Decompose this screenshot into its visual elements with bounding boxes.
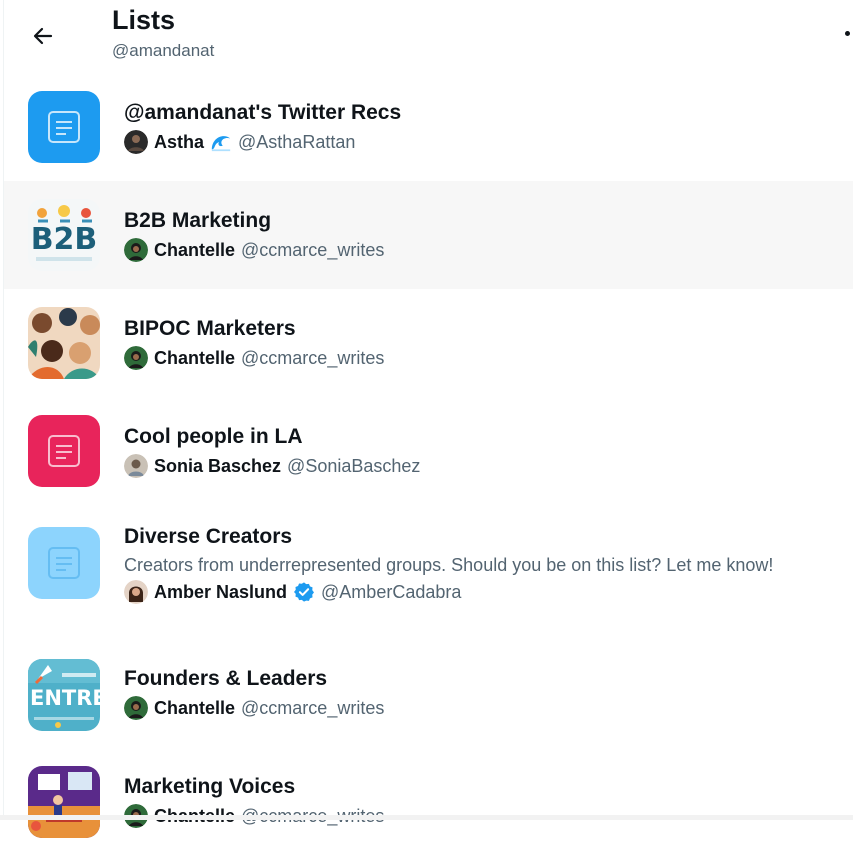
list-thumbnail: ENTRE <box>28 659 100 731</box>
avatar[interactable] <box>124 346 148 370</box>
list-icon <box>48 435 80 467</box>
list-thumbnail <box>28 91 100 163</box>
entrepreneur-image: ENTRE <box>28 659 100 731</box>
list-name: Marketing Voices <box>124 775 296 798</box>
owner-name[interactable]: Astha <box>154 132 204 153</box>
avatar[interactable] <box>124 580 148 604</box>
list-name: Founders & Leaders <box>124 667 328 690</box>
wave-icon <box>211 136 231 152</box>
list-name: Diverse Creators <box>124 525 293 548</box>
presentation-illustration-image <box>28 766 100 838</box>
owner-handle[interactable]: @ccmarce_writes <box>241 698 384 719</box>
owner-name[interactable]: Chantelle <box>154 348 235 369</box>
owner-handle[interactable]: @ccmarce_writes <box>241 240 384 261</box>
list-item[interactable]: BIPOC Marketers Chantelle @ccmarce_write… <box>4 289 853 397</box>
owner-name[interactable]: Sonia Baschez <box>154 456 281 477</box>
list-owner: Chantelle @ccmarce_writes <box>124 238 843 262</box>
b2b-image: B2B <box>28 199 100 271</box>
list-info: Founders & Leaders Chantelle @ccmarce_wr… <box>124 666 843 720</box>
list-icon <box>48 547 80 579</box>
list-name: @amandanat's Twitter Recs <box>124 101 402 124</box>
list-name: BIPOC Marketers <box>124 317 296 340</box>
list-item[interactable]: Marketing Voices Chantelle @ccmarce_writ… <box>4 748 853 856</box>
list-owner: Astha @AsthaRattan <box>124 130 843 154</box>
avatar[interactable] <box>124 454 148 478</box>
list-owner: Chantelle @ccmarce_writes <box>124 346 843 370</box>
list-info: @amandanat's Twitter Recs Astha @AsthaRa… <box>124 100 843 154</box>
page-header: Lists @amandanat <box>0 0 853 80</box>
owner-name[interactable]: Chantelle <box>154 240 235 261</box>
list-info: Diverse Creators Creators from underrepr… <box>124 524 843 604</box>
avatar[interactable] <box>124 238 148 262</box>
list-thumbnail: B2B <box>28 199 100 271</box>
avatar[interactable] <box>124 696 148 720</box>
list-owner: Amber Naslund @AmberCadabra <box>124 580 843 604</box>
banner-text: ENTRE <box>30 686 100 710</box>
list-info: Cool people in LA Sonia Baschez @SoniaBa… <box>124 424 843 478</box>
list-name: B2B Marketing <box>124 209 272 232</box>
list-item[interactable]: ENTRE Founders & Leaders Chantelle @ccma… <box>4 640 853 748</box>
list-icon <box>48 111 80 143</box>
list-item[interactable]: Diverse Creators Creators from underrepr… <box>4 503 853 640</box>
list-owner: Chantelle @ccmarce_writes <box>124 696 843 720</box>
owner-name[interactable]: Chantelle <box>154 698 235 719</box>
owner-handle[interactable]: @ccmarce_writes <box>241 348 384 369</box>
owner-handle[interactable]: @AsthaRattan <box>238 132 355 153</box>
owner-name[interactable]: Amber Naslund <box>154 582 287 603</box>
list-owner: Sonia Baschez @SoniaBaschez <box>124 454 843 478</box>
list-thumbnail <box>28 415 100 487</box>
list-info: B2B Marketing Chantelle @ccmarce_writes <box>124 208 843 262</box>
owner-handle[interactable]: @AmberCadabra <box>321 582 461 603</box>
svg-text:B2B: B2B <box>31 222 98 257</box>
arrow-left-icon <box>33 27 53 45</box>
page-title: Lists <box>112 5 176 35</box>
page-handle: @amandanat <box>112 41 215 60</box>
verified-badge-icon <box>294 582 315 602</box>
list-thumbnail <box>28 307 100 379</box>
list-name: Cool people in LA <box>124 425 303 448</box>
list-info: BIPOC Marketers Chantelle @ccmarce_write… <box>124 316 843 370</box>
list-item[interactable]: @amandanat's Twitter Recs Astha @AsthaRa… <box>4 72 853 181</box>
list-item[interactable]: Cool people in LA Sonia Baschez @SoniaBa… <box>4 397 853 503</box>
more-dot-icon[interactable] <box>845 31 850 36</box>
list-description: Creators from underrepresented groups. S… <box>124 555 774 575</box>
avatar[interactable] <box>124 130 148 154</box>
list-thumbnail <box>28 766 100 838</box>
back-button[interactable] <box>24 17 62 55</box>
list-item[interactable]: B2B B2B Marketing Chantelle @ccmarce_wri… <box>4 181 853 289</box>
owner-handle[interactable]: @SoniaBaschez <box>287 456 420 477</box>
bottom-edge <box>0 815 853 820</box>
people-illustration-image <box>28 307 100 379</box>
list-thumbnail <box>28 527 100 599</box>
lists-container: @amandanat's Twitter Recs Astha @AsthaRa… <box>4 72 853 856</box>
